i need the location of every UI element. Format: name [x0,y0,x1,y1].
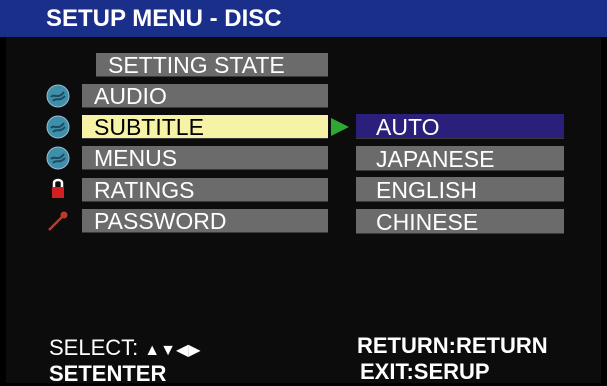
globe-icon [46,115,70,139]
selection-arrow-icon [331,118,349,136]
title-bar: SETUP MENU - DISC [0,0,607,37]
menu-title: SETUP MENU - DISC [46,5,282,32]
menu-item-ratings[interactable]: RATINGS [82,178,328,203]
menu-item-password[interactable]: PASSWORD [82,209,328,234]
menu-item-menus[interactable]: MENUS [82,146,328,171]
arrow-keys-icon: ▲▼◀▶ [144,342,201,359]
return-separator: : [448,333,456,358]
submenu-item-chinese[interactable]: CHINESE [356,209,564,235]
lock-icon [50,177,66,199]
exit-label: EXIT [360,359,407,384]
globe-icon [46,146,70,170]
menu-item-setting-state[interactable]: SETTING STATE [96,53,328,78]
setenter-hint: SETENTER [49,361,167,386]
globe-icon [46,84,70,108]
return-hint: RETURN:RETURN [357,334,548,358]
exit-hint: EXIT:SERUP [360,360,490,384]
return-value: RETURN [456,333,548,358]
exit-value: SERUP [413,359,490,384]
exit-separator: : [406,359,414,384]
setup-screen: SETUP MENU - DISC SETTING STATE AUDIO SU… [0,0,607,386]
key-icon [46,208,70,232]
menu-item-audio[interactable]: AUDIO [82,84,328,109]
submenu-item-japanese[interactable]: JAPANESE [356,146,564,172]
return-label: RETURN [357,333,449,358]
select-label: SELECT: [49,335,139,360]
submenu-item-english[interactable]: ENGLISH [356,177,564,203]
select-hint: SELECT: ▲▼◀▶ [49,336,201,363]
submenu-item-auto[interactable]: AUTO [356,114,564,140]
menu-item-subtitle[interactable]: SUBTITLE [82,115,328,140]
